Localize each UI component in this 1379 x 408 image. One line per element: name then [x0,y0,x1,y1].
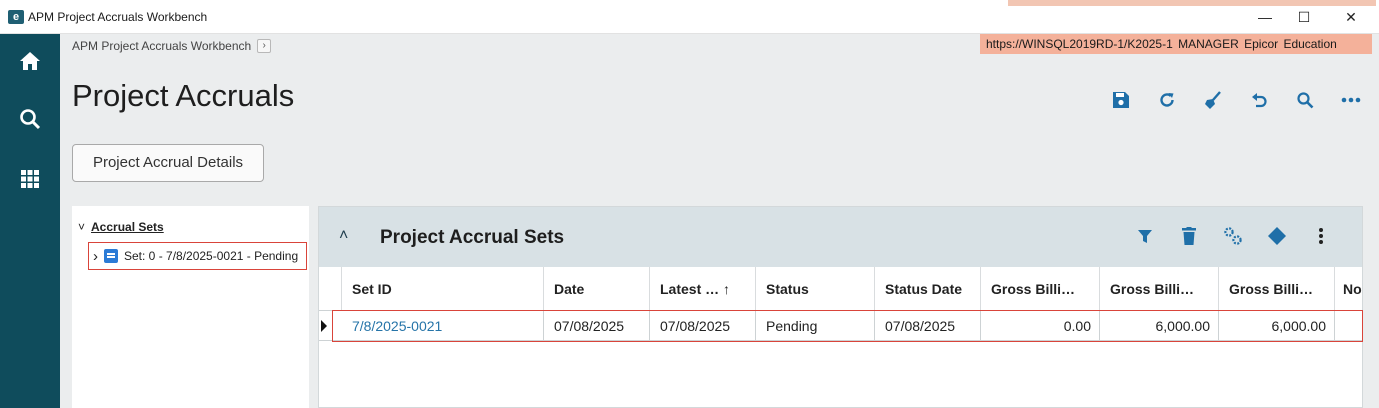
breadcrumb: APM Project Accruals Workbench › [72,39,272,53]
cell-latest[interactable]: 07/08/2025 [650,311,756,341]
tree-header[interactable]: ˅ Accrual Sets [78,220,164,234]
close-button[interactable]: ✕ [1336,6,1366,28]
column-header-status[interactable]: Status [756,267,875,311]
tree-header-label: Accrual Sets [91,220,164,234]
grid-header: ˄ Project Accrual Sets [319,207,1362,267]
refresh-icon[interactable] [1153,86,1181,114]
page-toolbar [1107,86,1365,114]
search-icon[interactable] [15,104,45,134]
cell-gross-billing-3[interactable]: 6,000.00 [1219,311,1335,341]
column-header-status-date[interactable]: Status Date [875,267,981,311]
chevron-up-icon[interactable]: ˄ [339,227,348,245]
chevron-down-icon[interactable]: ˅ [78,220,85,234]
column-header-gross-billing-2[interactable]: Gross Billi… [1100,267,1219,311]
diamond-icon[interactable] [1264,223,1290,249]
column-header-date[interactable]: Date [544,267,650,311]
breadcrumb-arrow-icon[interactable]: › [257,39,272,53]
row-indicator-header [319,267,342,311]
app-icon: e [8,10,24,24]
cell-status[interactable]: Pending [756,311,875,341]
minimize-button[interactable]: — [1250,6,1280,28]
column-header-set-id[interactable]: Set ID [342,267,544,311]
grid-toolbar [1132,223,1334,249]
delete-icon[interactable] [1176,223,1202,249]
page-title: Project Accruals [72,78,295,113]
tree-node-set[interactable]: › Set: 0 - 7/8/2025-0021 - Pending [88,242,307,270]
table-row[interactable]: 7/8/2025-0021 07/08/2025 07/08/2025 Pend… [319,311,1362,341]
clear-icon[interactable] [1199,86,1227,114]
column-header-latest[interactable]: Latest … ↑ [650,267,756,311]
more-icon[interactable] [1337,86,1365,114]
tree-node-label: Set: 0 - 7/8/2025-0021 - Pending [124,249,299,263]
row-selector-icon[interactable] [319,311,342,341]
document-icon [104,249,118,263]
column-header-gross-billing-3[interactable]: Gross Billi… [1219,267,1335,311]
chevron-right-icon[interactable]: › [93,248,98,265]
nav-rail [0,34,60,408]
home-icon[interactable] [15,46,45,76]
save-icon[interactable] [1107,86,1135,114]
settings-icon[interactable] [1220,223,1246,249]
maximize-button[interactable]: ☐ [1289,6,1319,28]
cell-date[interactable]: 07/08/2025 [544,311,650,341]
undo-icon[interactable] [1245,86,1273,114]
environment-banner: https://WINSQL2019RD-1/K2025-1 MANAGER E… [980,34,1372,54]
search-icon[interactable] [1291,86,1319,114]
accrual-sets-tree: ˅ Accrual Sets › Set: 0 - 7/8/2025-0021 … [72,206,309,408]
window-title: APM Project Accruals Workbench [28,10,208,24]
main-area: APM Project Accruals Workbench › https:/… [60,34,1379,408]
project-accrual-details-button[interactable]: Project Accrual Details [72,144,264,182]
cell-set-id[interactable]: 7/8/2025-0021 [342,311,544,341]
grid-title: Project Accrual Sets [380,227,565,248]
breadcrumb-label[interactable]: APM Project Accruals Workbench [72,39,251,53]
filter-icon[interactable] [1132,223,1158,249]
cell-gross-billing-1[interactable]: 0.00 [981,311,1100,341]
kebab-icon[interactable] [1308,223,1334,249]
column-header-no[interactable]: No [1335,267,1362,311]
cell-gross-billing-2[interactable]: 6,000.00 [1100,311,1219,341]
apps-grid-icon[interactable] [15,164,45,194]
background-window-strip [1008,0,1376,6]
cell-status-date[interactable]: 07/08/2025 [875,311,981,341]
grid-column-headers: Set ID Date Latest … ↑ Status Status Dat… [319,267,1362,311]
project-accrual-sets-grid: ˄ Project Accrual Sets Set ID Date Lates… [318,206,1363,408]
column-header-gross-billing-1[interactable]: Gross Billi… [981,267,1100,311]
window-titlebar: e APM Project Accruals Workbench — ☐ ✕ [0,0,1379,34]
cell-no[interactable] [1335,311,1362,341]
